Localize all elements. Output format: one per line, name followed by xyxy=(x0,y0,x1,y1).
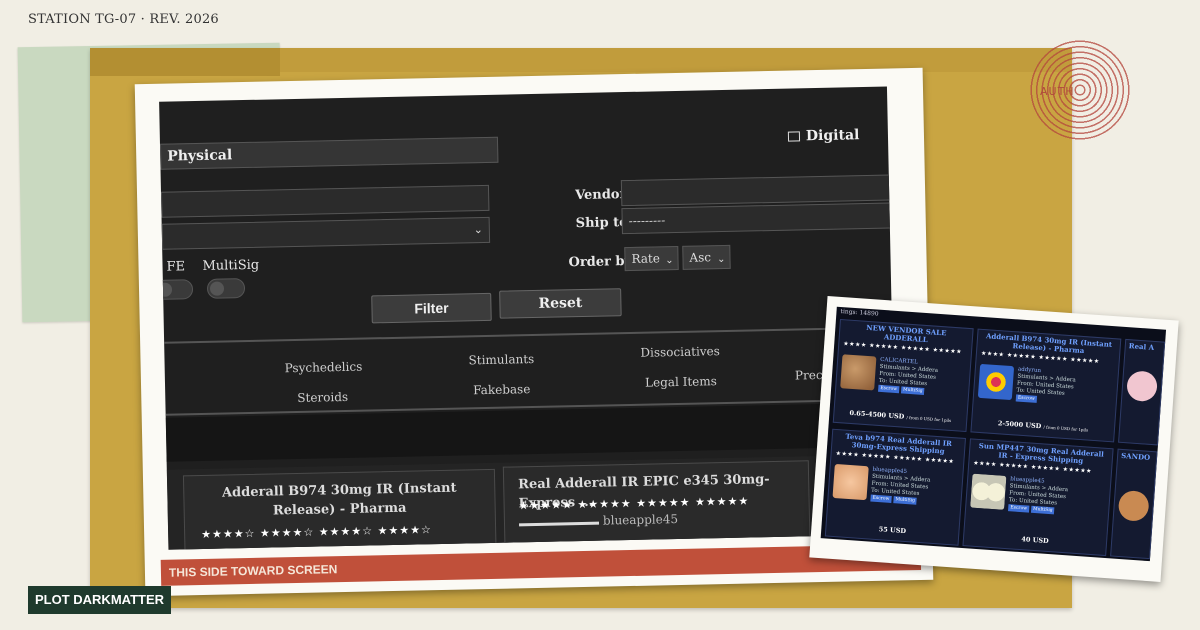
escrow-badge: Escrow xyxy=(870,494,892,503)
image-icon xyxy=(787,131,801,142)
price-note: / from 0 USD for 1pils xyxy=(906,414,952,423)
price: 0.65-4500 USD / from 0 USD for 1pils xyxy=(834,408,966,425)
reset-button[interactable]: Reset xyxy=(499,288,622,319)
price-value: 40 USD xyxy=(1021,535,1049,546)
price-note: / from 0 USD for 1pils xyxy=(1043,424,1089,433)
listing-info: CALICARTEL Stimulants > Addera From: Uni… xyxy=(878,357,939,396)
listing-title: Real A xyxy=(1128,341,1155,352)
price-value: 55 USD xyxy=(878,525,907,536)
order-direction-select[interactable]: Asc ⌄ xyxy=(682,244,731,270)
listing-card[interactable]: Adderall B974 30mg IR (Instant Release) … xyxy=(970,328,1122,443)
small-print: tings: 14890 NEW VENDOR SALE ADDERALL ★★… xyxy=(809,296,1179,582)
orderby-select[interactable]: Rate ⌄ xyxy=(624,245,679,272)
multisig-toggle[interactable] xyxy=(206,278,246,299)
product-thumbnail xyxy=(1117,489,1150,522)
multisig-label: MultiSig xyxy=(202,257,260,274)
category-stimulants[interactable]: Stimulants xyxy=(468,352,534,367)
price-value: 0.65-4500 USD xyxy=(849,408,905,421)
price: 2-5000 USD / from 0 USD for 1pils xyxy=(972,417,1114,435)
multisig-badge: MultiSig xyxy=(900,386,925,396)
escrow-badge: Escrow xyxy=(1015,394,1037,403)
fe-label: FE xyxy=(166,259,186,275)
listings-screen: tings: 14890 NEW VENDOR SALE ADDERALL ★★… xyxy=(820,306,1167,562)
product-thumbnail xyxy=(840,354,877,391)
orientation-ribbon: THIS SIDE TOWARD SCREEN xyxy=(160,543,922,586)
tab-digital-label: Digital xyxy=(805,127,860,145)
chevron-down-icon: ⌄ xyxy=(717,253,726,266)
orderby-label: Order by xyxy=(568,253,633,271)
divider xyxy=(164,326,893,344)
marketplace-screen: Physical Digital ⌄ Vendor Ship to ------… xyxy=(159,86,897,550)
listing-card[interactable]: Sun MP447 30mg Real Adderall IR - Expres… xyxy=(962,438,1114,557)
filter-button[interactable]: Filter xyxy=(371,292,492,324)
product-thumbnail xyxy=(832,463,869,501)
fe-toggle[interactable] xyxy=(159,279,194,300)
category-fakebase[interactable]: Fakebase xyxy=(473,382,530,397)
rating-stars: ★★★★☆ ★★★★☆ ★★★★☆ ★★★★☆ xyxy=(201,523,432,542)
orderby-value: Rate xyxy=(631,251,661,266)
vendor-label: Vendor xyxy=(574,187,627,204)
listing-title: Adderall B974 30mg IR (Instant Release) … xyxy=(221,480,457,519)
product-thumbnail xyxy=(970,473,1007,510)
category-steroids[interactable]: Steroids xyxy=(297,390,348,405)
vendor-name[interactable]: blueapple45 xyxy=(603,512,678,528)
product-thumbnail xyxy=(1126,370,1159,403)
listing-info: blueapple45 Stimulants > Addera From: Un… xyxy=(1008,476,1069,515)
stamp-label: AUTH xyxy=(1040,85,1075,98)
escrow-badge: Escrow xyxy=(1008,504,1030,513)
listing-card[interactable]: Real Adderall IR EPIC e345 30mg- Express… xyxy=(502,460,811,547)
tab-digital[interactable]: Digital xyxy=(787,127,860,145)
listing-info: blueapple45 Stimulants > Addera From: Un… xyxy=(870,467,931,506)
station-label: STATION TG-07 · REV. 2026 xyxy=(28,12,219,27)
listing-card[interactable]: Teva b974 Real Adderall IR 30mg-Express … xyxy=(824,428,966,546)
order-direction-value: Asc xyxy=(689,250,712,265)
category-psychedelics[interactable]: Psychedelics xyxy=(285,360,363,376)
tan-tab xyxy=(90,48,280,76)
listing-card[interactable]: Adderall B974 30mg IR (Instant Release) … xyxy=(182,468,497,550)
tab-physical[interactable]: Physical xyxy=(159,136,499,170)
listings-count: tings: 14890 xyxy=(840,307,879,318)
listing-info: addyrun Stimulants > Addera From: United… xyxy=(1015,367,1077,406)
listing-title: SANDO xyxy=(1120,450,1151,462)
escrow-badge: Escrow xyxy=(878,384,900,394)
shipto-label: Ship to xyxy=(575,215,628,232)
multisig-badge: MultiSig xyxy=(1030,505,1055,515)
listing-card-partial[interactable]: Real A xyxy=(1118,338,1166,446)
vendor-input[interactable] xyxy=(620,174,894,207)
progress-line xyxy=(519,521,600,527)
search-input[interactable] xyxy=(160,184,490,218)
shipto-select[interactable]: --------- xyxy=(621,202,894,235)
multisig-badge: MultiSig xyxy=(893,496,918,505)
listing-card-partial[interactable]: SANDO xyxy=(1110,448,1158,560)
category-dissociatives[interactable]: Dissociatives xyxy=(640,344,720,360)
price-value: 2-5000 USD xyxy=(997,419,1042,431)
chevron-down-icon: ⌄ xyxy=(665,255,674,267)
listing-card[interactable]: NEW VENDOR SALE ADDERALL ★★★★ ★★★★★ ★★★★… xyxy=(832,318,974,433)
product-thumbnail xyxy=(977,363,1015,401)
category-select[interactable]: ⌄ xyxy=(161,216,491,250)
plot-tag: PLOT DARKMATTER xyxy=(28,586,171,614)
chevron-down-icon: ⌄ xyxy=(473,223,483,237)
category-legal-items[interactable]: Legal Items xyxy=(645,374,717,389)
